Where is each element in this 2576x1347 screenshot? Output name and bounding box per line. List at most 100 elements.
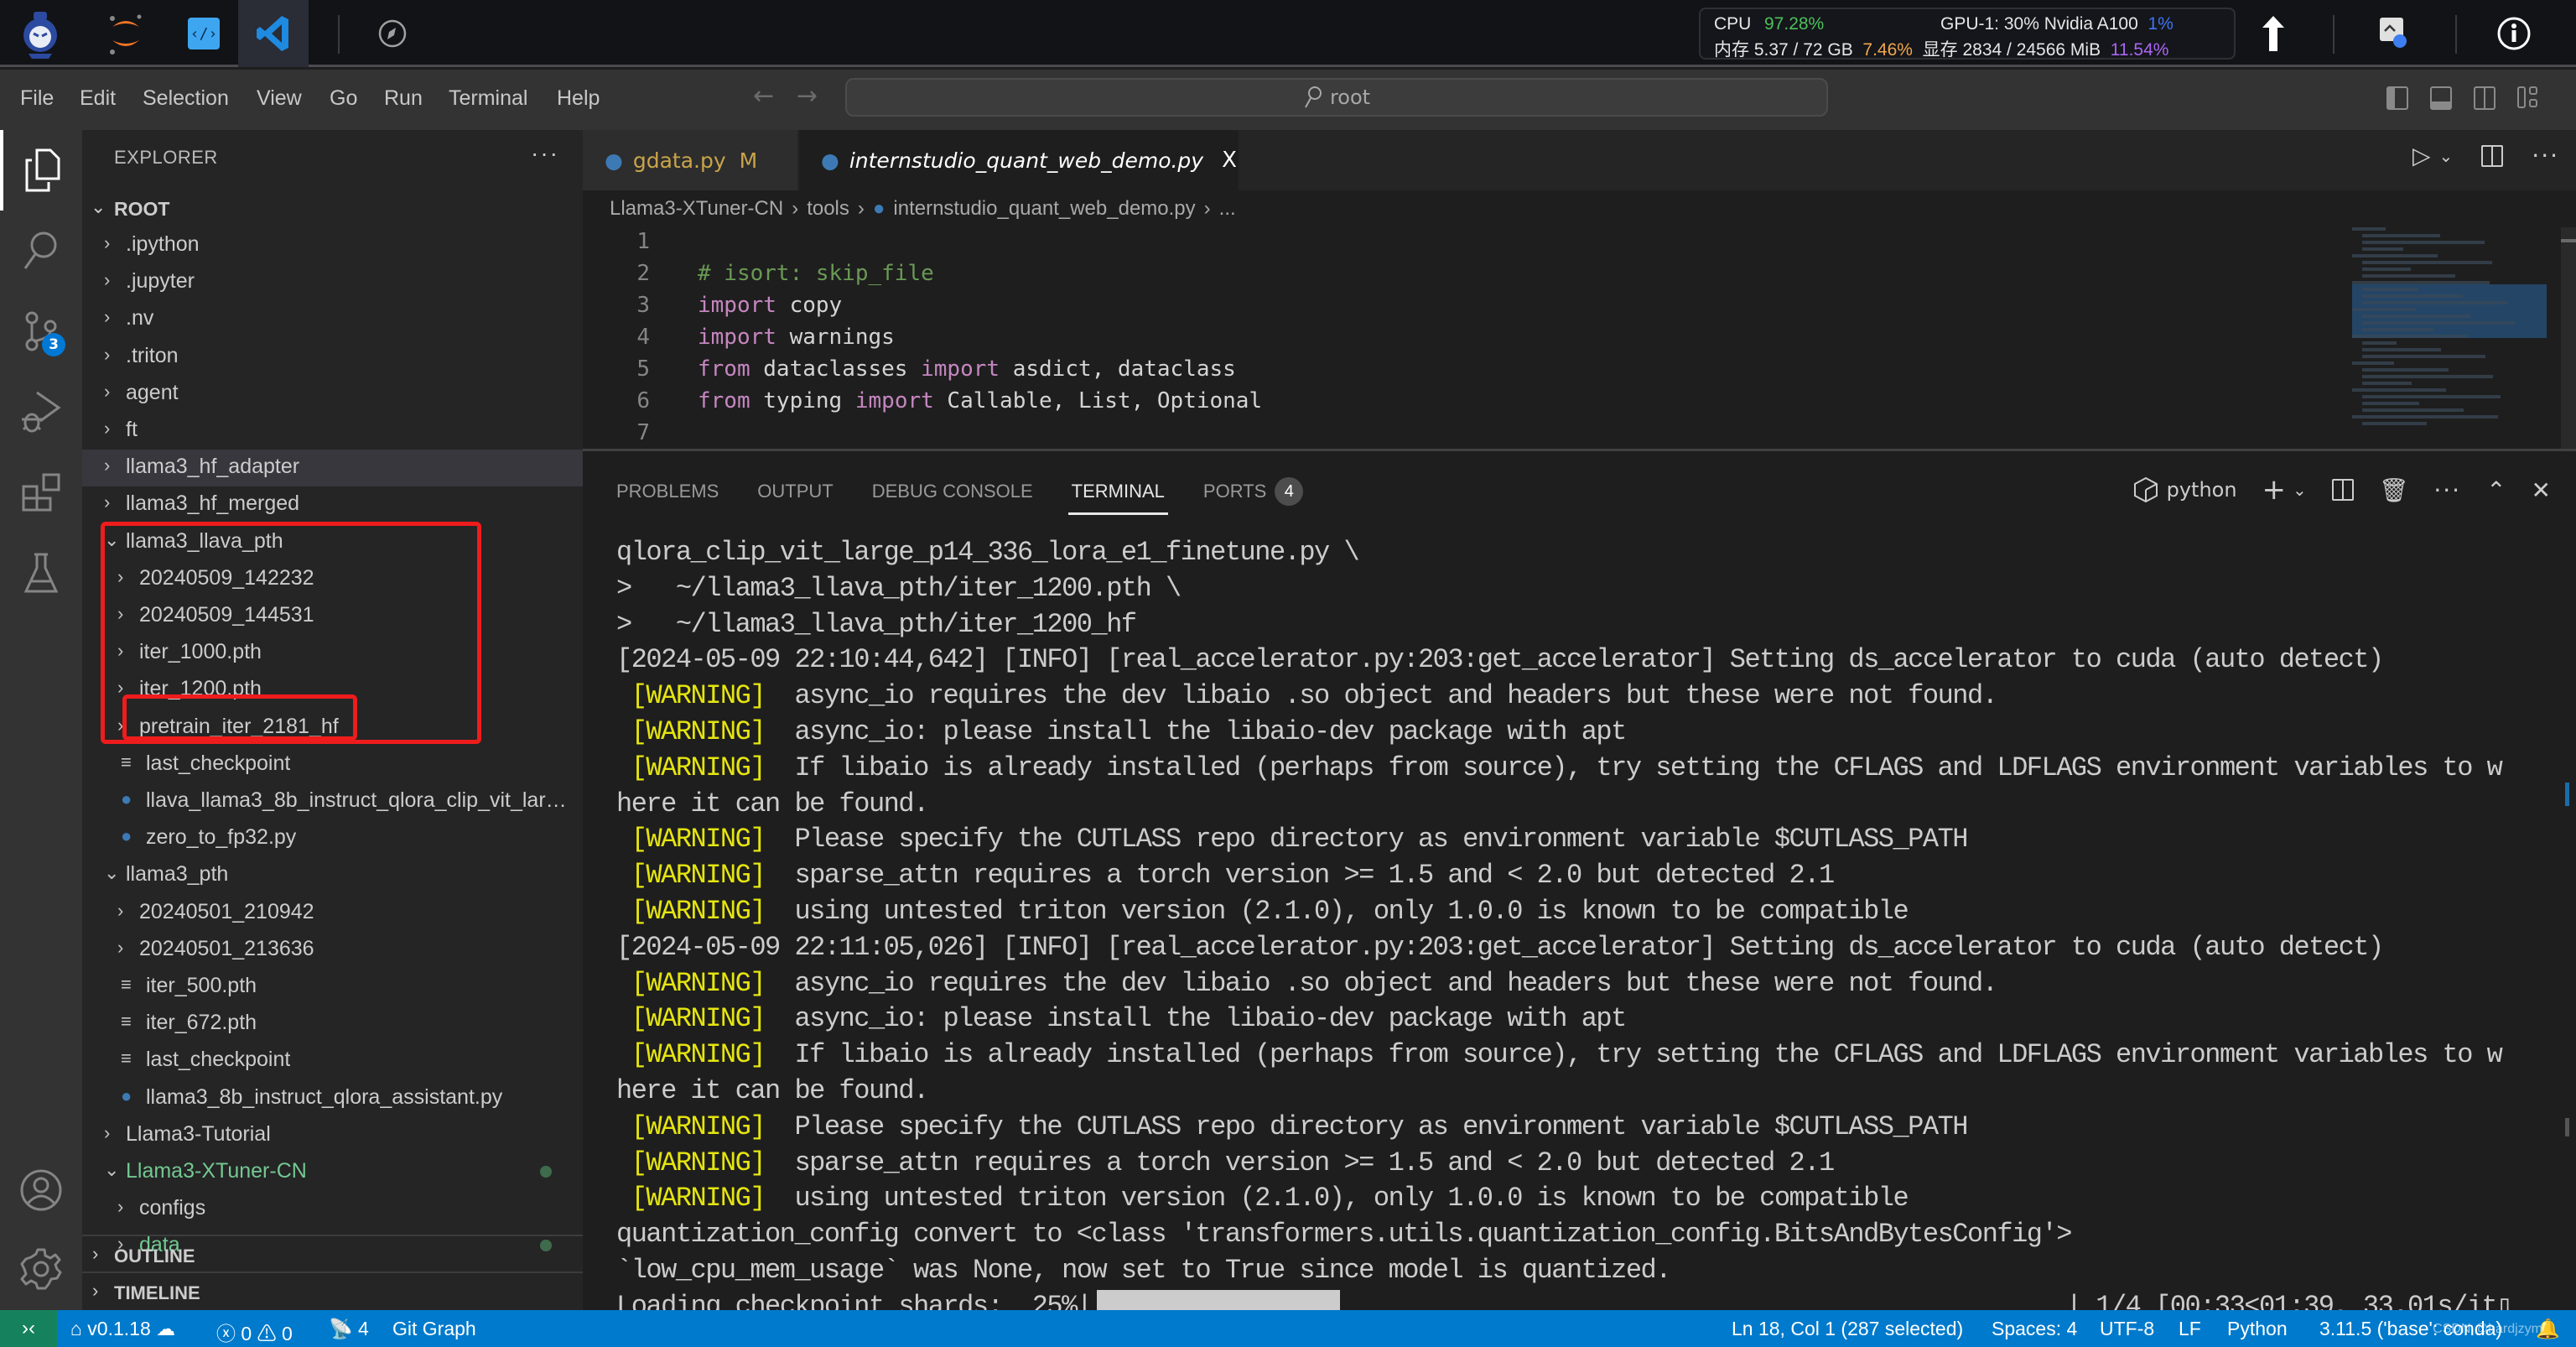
activity-explorer[interactable]	[0, 130, 82, 211]
menu-go[interactable]: Go	[330, 86, 357, 111]
tree-file[interactable]: ≡ last_checkpoint	[82, 1043, 583, 1079]
breadcrumb-item[interactable]: ...	[1219, 197, 1236, 221]
status-problems[interactable]: ⓧ 0 ⚠ 0	[216, 1318, 293, 1346]
editor-scrollbar-thumb[interactable]	[2561, 239, 2576, 242]
status-version[interactable]: ⌂ v0.1.18 ☁	[70, 1318, 175, 1340]
tree-folder[interactable]: › .jupyter	[82, 264, 583, 301]
status-cursor-position[interactable]: Ln 18, Col 1 (287 selected)	[1732, 1318, 1963, 1340]
git-graph-button[interactable]: Git Graph	[392, 1318, 476, 1340]
tab-terminal[interactable]: TERMINAL	[1067, 466, 1169, 517]
menu-help[interactable]: Help	[557, 86, 600, 111]
activity-extensions[interactable]	[0, 452, 82, 533]
tree-folder[interactable]: › llama3_hf_adapter	[82, 450, 583, 487]
tree-folder[interactable]: › iter_1200.pth	[82, 672, 583, 709]
tree-folder[interactable]: › 20240509_142232	[82, 561, 583, 598]
tree-folder[interactable]: › 20240509_144531	[82, 598, 583, 635]
tree-folder[interactable]: › configs	[82, 1191, 583, 1228]
status-indentation[interactable]: Spaces: 4	[1992, 1318, 2077, 1340]
menu-view[interactable]: View	[257, 86, 302, 111]
menu-selection[interactable]: Selection	[143, 86, 229, 111]
section-outline[interactable]: › OUTLINE	[82, 1235, 583, 1273]
tree-folder[interactable]: › ft	[82, 413, 583, 450]
monitor-icon[interactable]	[2363, 0, 2422, 67]
command-center-search[interactable]: root	[845, 78, 1828, 117]
terminal-shell-selector[interactable]: python	[2133, 476, 2237, 503]
toggle-panel-icon[interactable]	[2430, 86, 2452, 110]
section-timeline[interactable]: › TIMELINE	[82, 1272, 583, 1310]
tree-folder[interactable]: › 20240501_210942	[82, 895, 583, 932]
tab-output[interactable]: OUTPUT	[757, 466, 833, 517]
chevron-down-icon[interactable]: ⌄	[2439, 146, 2454, 166]
jupyter-icon[interactable]	[92, 0, 159, 67]
trash-icon[interactable]: 🗑	[2379, 476, 2409, 504]
more-actions-icon[interactable]: ···	[531, 140, 559, 167]
menu-edit[interactable]: Edit	[80, 86, 116, 111]
tree-folder[interactable]: ⌄ Llama3-XTuner-CN	[82, 1154, 583, 1191]
tree-file[interactable]: ● llama3_8b_instruct_qlora_assistant.py	[82, 1080, 583, 1117]
more-actions-icon[interactable]: ···	[2532, 142, 2559, 169]
status-eol[interactable]: LF	[2179, 1318, 2201, 1340]
tree-file[interactable]: ≡ iter_500.pth	[82, 969, 583, 1006]
tree-file[interactable]: ● zero_to_fp32.py	[82, 820, 583, 857]
tree-folder[interactable]: › iter_1000.pth	[82, 635, 583, 672]
remote-icon[interactable]: ›‹	[0, 1310, 57, 1347]
tab-debug-console[interactable]: DEBUG CONSOLE	[872, 466, 1033, 517]
tree-folder[interactable]: ⌄ llama3_pth	[82, 857, 583, 894]
tab-ports[interactable]: PORTS 4	[1203, 466, 1304, 517]
status-language[interactable]: Python	[2227, 1318, 2288, 1340]
tree-folder[interactable]: › 20240501_213636	[82, 932, 583, 969]
tree-folder[interactable]: › llama3_hf_merged	[82, 486, 583, 523]
menu-file[interactable]: File	[20, 86, 54, 111]
tree-folder[interactable]: › Llama3-Tutorial	[82, 1117, 583, 1154]
tree-folder[interactable]: › .ipython	[82, 227, 583, 264]
tab-problems[interactable]: PROBLEMS	[616, 466, 719, 517]
activity-search[interactable]	[0, 211, 82, 291]
new-terminal-icon[interactable]: +	[2262, 473, 2287, 507]
nav-forward-icon[interactable]: →	[797, 81, 818, 111]
status-encoding[interactable]: UTF-8	[2100, 1318, 2154, 1340]
tree-folder[interactable]: › agent	[82, 376, 583, 413]
tree-file[interactable]: ≡ iter_672.pth	[82, 1006, 583, 1043]
status-ports[interactable]: 📡 4	[329, 1318, 369, 1340]
activity-testing[interactable]	[0, 533, 82, 613]
breadcrumb-item[interactable]: tools	[807, 197, 849, 221]
split-terminal-icon[interactable]	[2331, 479, 2354, 501]
tab-internstudio-quant-web-demo[interactable]: ● internstudio_quant_web_demo.py X	[799, 130, 1239, 190]
nav-back-icon[interactable]: ←	[753, 81, 774, 111]
tree-file[interactable]: ● llava_llama3_8b_instruct_qlora_clip_vit…	[82, 783, 583, 820]
tree-folder[interactable]: › .triton	[82, 339, 583, 376]
explorer-root-folder[interactable]: ⌄ ROOT	[82, 193, 583, 226]
compass-icon[interactable]	[359, 0, 426, 67]
code-web-icon[interactable]: ‹/›	[170, 0, 237, 67]
activity-accounts[interactable]	[0, 1150, 82, 1230]
breadcrumb-item[interactable]: Llama3-XTuner-CN	[610, 197, 783, 221]
tree-folder[interactable]: › pretrain_iter_2181_hf	[82, 710, 583, 746]
breadcrumb-item[interactable]: internstudio_quant_web_demo.py	[893, 197, 1195, 221]
menu-run[interactable]: Run	[384, 86, 423, 111]
tree-folder[interactable]: › .nv	[82, 301, 583, 338]
vscode-icon[interactable]	[238, 0, 309, 67]
run-file-icon[interactable]: ▷	[2412, 142, 2431, 169]
chevron-down-icon[interactable]: ⌄	[2293, 480, 2307, 500]
activity-run-debug[interactable]	[0, 372, 82, 452]
close-panel-icon[interactable]: ✕	[2532, 476, 2551, 504]
tensorboard-icon[interactable]	[2244, 0, 2303, 67]
maximize-panel-icon[interactable]: ⌃	[2486, 476, 2506, 504]
minimap[interactable]	[2352, 227, 2553, 449]
toggle-primary-sidebar-icon[interactable]	[2386, 86, 2408, 110]
editor-scrollbar[interactable]	[2561, 227, 2576, 449]
terminal-output[interactable]: qlora_clip_vit_large_p14_336_lora_e1_fin…	[616, 535, 2545, 1323]
menu-terminal[interactable]: Terminal	[449, 86, 527, 111]
internstudio-logo-icon[interactable]	[7, 0, 74, 67]
tree-folder[interactable]: ⌄ llama3_llava_pth	[82, 524, 583, 561]
activity-source-control[interactable]: 3	[0, 291, 82, 372]
more-actions-icon[interactable]: ···	[2433, 476, 2461, 504]
split-editor-icon[interactable]	[2481, 144, 2504, 167]
tab-gdata[interactable]: ● gdata.py M	[583, 130, 797, 190]
info-icon[interactable]	[2485, 0, 2543, 67]
tree-file[interactable]: ≡ last_checkpoint	[82, 746, 583, 783]
close-icon[interactable]: X	[1222, 148, 1237, 173]
toggle-secondary-sidebar-icon[interactable]	[2474, 86, 2496, 110]
customize-layout-icon[interactable]	[2517, 86, 2541, 110]
activity-manage[interactable]	[0, 1229, 82, 1309]
